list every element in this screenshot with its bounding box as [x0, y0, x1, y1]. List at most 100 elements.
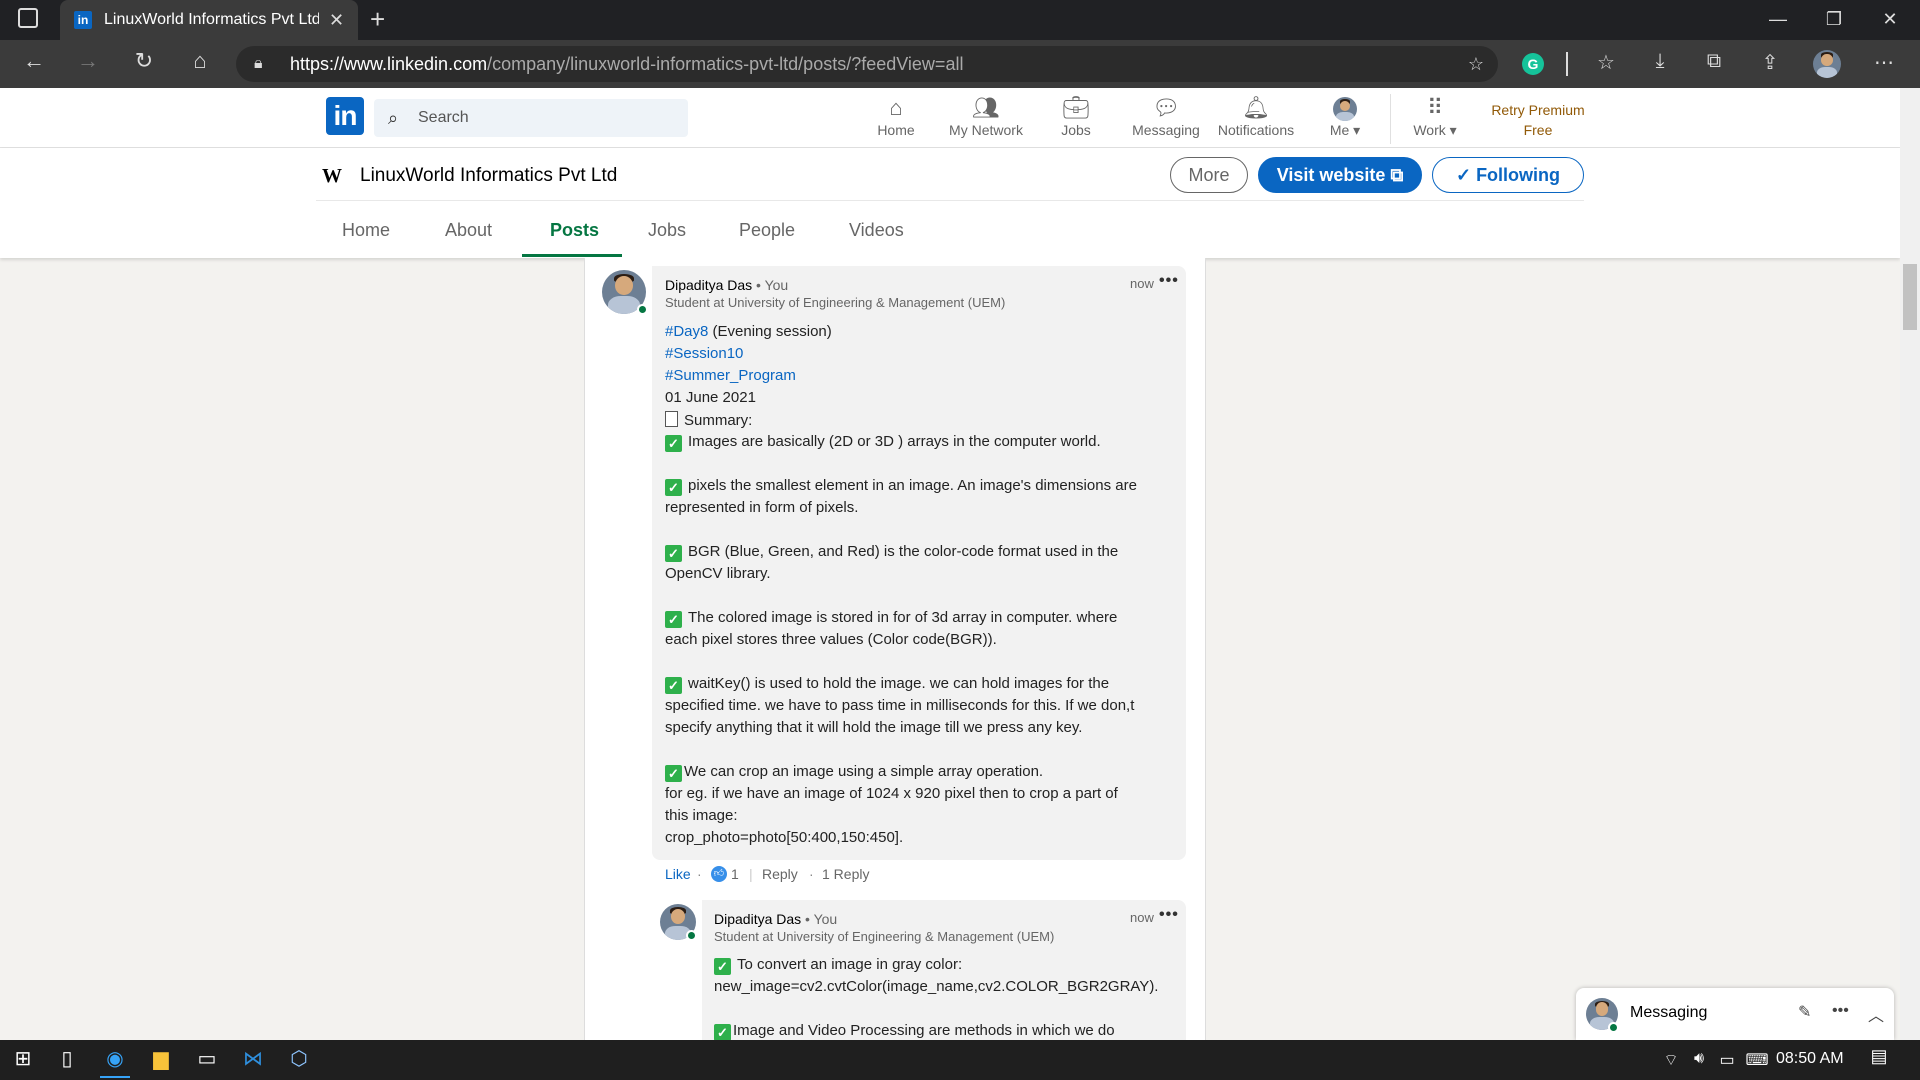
back-icon[interactable]: ← [18, 48, 50, 74]
hashtag-day8[interactable]: #Day8 [665, 323, 708, 340]
home-icon: ⌂ [889, 95, 903, 120]
restore-button[interactable]: ❐ [1806, 0, 1862, 40]
home-browser-icon[interactable]: ⌂ [184, 48, 216, 74]
new-tab-button[interactable]: + [370, 4, 385, 35]
messaging-overlay[interactable]: Messaging ✎ ••• ︿ [1576, 988, 1894, 1040]
comment-you-badge: • You [756, 277, 789, 293]
taskbar-clock[interactable]: 08:50 AM [1776, 1050, 1844, 1068]
visit-website-label: Visit website [1276, 165, 1386, 185]
nav-notifications[interactable]: 🔔︎ Notifications [1211, 94, 1301, 138]
close-tab-icon[interactable]: ✕ [329, 10, 344, 31]
online-status-dot [637, 304, 648, 315]
minimize-button[interactable]: — [1750, 0, 1806, 40]
tab-videos[interactable]: Videos [849, 220, 904, 241]
reply-author[interactable]: Dipaditya Das • You [714, 911, 837, 927]
reply-button[interactable]: Reply [762, 866, 798, 882]
document-icon [665, 411, 678, 427]
more-button[interactable]: More [1170, 157, 1248, 193]
like-button[interactable]: Like [665, 866, 691, 882]
favorites-icon[interactable]: ☆ [1590, 50, 1622, 75]
reply-you-badge: • You [805, 911, 838, 927]
separator-dot: · [809, 866, 814, 882]
hashtag-summer-program[interactable]: #Summer_Program [665, 367, 796, 384]
like-reaction-icon[interactable]: 👍︎ [711, 866, 727, 882]
replies-count[interactable]: 1 Reply [822, 866, 869, 882]
nav-my-network[interactable]: 👥︎ My Network [941, 94, 1031, 138]
browser-profile-avatar[interactable] [1813, 50, 1841, 78]
forward-icon[interactable]: → [72, 48, 104, 74]
comment-text: The colored image is stored in for of 3d… [688, 609, 1118, 626]
download-icon[interactable]: ⤓ [1644, 50, 1676, 73]
battery-icon[interactable]: ▭ [1712, 1050, 1742, 1070]
nav-work[interactable]: ⠿ Work ▾ [1390, 94, 1480, 139]
compose-icon[interactable]: ✎ [1798, 1002, 1811, 1022]
keyboard-icon[interactable]: ⌨ [1742, 1050, 1772, 1070]
tab-jobs[interactable]: Jobs [648, 220, 686, 241]
comment-author[interactable]: Dipaditya Das • You [665, 277, 788, 293]
edge-icon[interactable]: ◉ [100, 1046, 130, 1078]
browser-tab[interactable]: in LinuxWorld Informatics Pvt Ltd: P ✕ [60, 0, 358, 40]
page-scrollbar[interactable] [1900, 88, 1920, 1040]
comment-line: represented in form of pixels. [665, 499, 859, 516]
nav-home-label: Home [877, 122, 915, 138]
comment-options-icon[interactable]: ••• [1159, 272, 1179, 290]
wifi-icon[interactable]: ⌔ [1656, 1050, 1686, 1070]
tab-people[interactable]: People [739, 220, 795, 241]
nav-messaging[interactable]: 💬︎ Messaging [1121, 94, 1211, 138]
grammarly-icon[interactable]: G [1522, 53, 1544, 75]
chevron-down-icon: ▾ [1353, 122, 1361, 138]
virtualbox-icon[interactable]: ⬡ [284, 1046, 314, 1071]
linkedin-logo[interactable]: in [326, 97, 364, 135]
task-view-icon[interactable]: ▯ [52, 1046, 82, 1071]
like-count[interactable]: 1 [731, 866, 739, 882]
reply-text: Image and Video Processing are methods i… [733, 1022, 1115, 1039]
favorite-add-icon[interactable]: ☆ [1468, 46, 1484, 82]
premium-line-2: Free [1523, 122, 1553, 138]
tab-posts[interactable]: Posts [550, 220, 599, 241]
nav-jobs[interactable]: 💼︎ Jobs [1031, 94, 1121, 138]
nav-messaging-label: Messaging [1132, 122, 1200, 138]
chevron-up-icon[interactable]: ︿ [1868, 1002, 1884, 1026]
nav-me[interactable]: Me ▾ [1300, 94, 1390, 139]
comment-headline: Student at University of Engineering & M… [665, 295, 1006, 310]
tab-home[interactable]: Home [342, 220, 390, 241]
following-button[interactable]: ✓ Following [1432, 157, 1584, 193]
reply-time: now [1130, 910, 1154, 925]
company-logo[interactable]: W [322, 165, 346, 189]
refresh-icon[interactable]: ↻ [128, 48, 160, 74]
volume-icon[interactable]: 🔊︎ [1684, 1050, 1714, 1068]
tab-about[interactable]: About [445, 220, 492, 241]
comment-text: Images are basically (2D or 3D ) arrays … [688, 433, 1101, 450]
share-icon[interactable]: ⇪ [1754, 50, 1786, 75]
close-window-button[interactable]: ✕ [1862, 0, 1918, 40]
messaging-more-icon[interactable]: ••• [1832, 1002, 1849, 1020]
hashtag-session10[interactable]: #Session10 [665, 345, 743, 362]
nav-home[interactable]: ⌂ Home [851, 94, 941, 138]
external-link-icon: ⧉ [1390, 165, 1404, 185]
file-explorer-icon[interactable]: ▆ [146, 1046, 176, 1071]
tab-actions-icon[interactable] [18, 8, 38, 28]
comment-text: Summary: [684, 412, 753, 429]
premium-link[interactable]: Retry Premium Free [1480, 100, 1596, 140]
reply-line: ✓ To convert an image in gray color: [714, 956, 962, 975]
comment-line: specified time. we have to pass time in … [665, 697, 1135, 714]
reply-options-icon[interactable]: ••• [1159, 906, 1179, 924]
company-name[interactable]: LinuxWorld Informatics Pvt Ltd [360, 165, 617, 187]
comment-line: OpenCV library. [665, 565, 771, 582]
visit-website-button[interactable]: Visit website ⧉ [1258, 157, 1422, 193]
comment-line: #Day8 (Evening session) [665, 323, 832, 340]
search-input[interactable]: ⌕ Search [374, 99, 688, 137]
lock-icon: 🔒︎ [254, 55, 263, 72]
scrollbar-thumb[interactable] [1903, 264, 1917, 330]
comment-author-name: Dipaditya Das [665, 277, 753, 293]
comment-line: ✓ BGR (Blue, Green, and Red) is the color… [665, 543, 1118, 562]
windows-start-icon[interactable]: ⊞ [8, 1046, 38, 1071]
terminal-icon[interactable]: ▭ [192, 1046, 222, 1071]
chevron-down-icon: ▾ [1449, 122, 1457, 138]
address-bar[interactable]: 🔒︎ https://www.linkedin.com/company/linu… [236, 46, 1498, 82]
collections-icon[interactable]: ⧉ [1698, 50, 1730, 73]
browser-tab-bar: in LinuxWorld Informatics Pvt Ltd: P ✕ +… [0, 0, 1920, 40]
vscode-icon[interactable]: ⋈ [238, 1046, 268, 1071]
more-menu-icon[interactable]: ⋯ [1868, 50, 1900, 75]
notification-center-icon[interactable]: ▤ [1864, 1046, 1894, 1067]
